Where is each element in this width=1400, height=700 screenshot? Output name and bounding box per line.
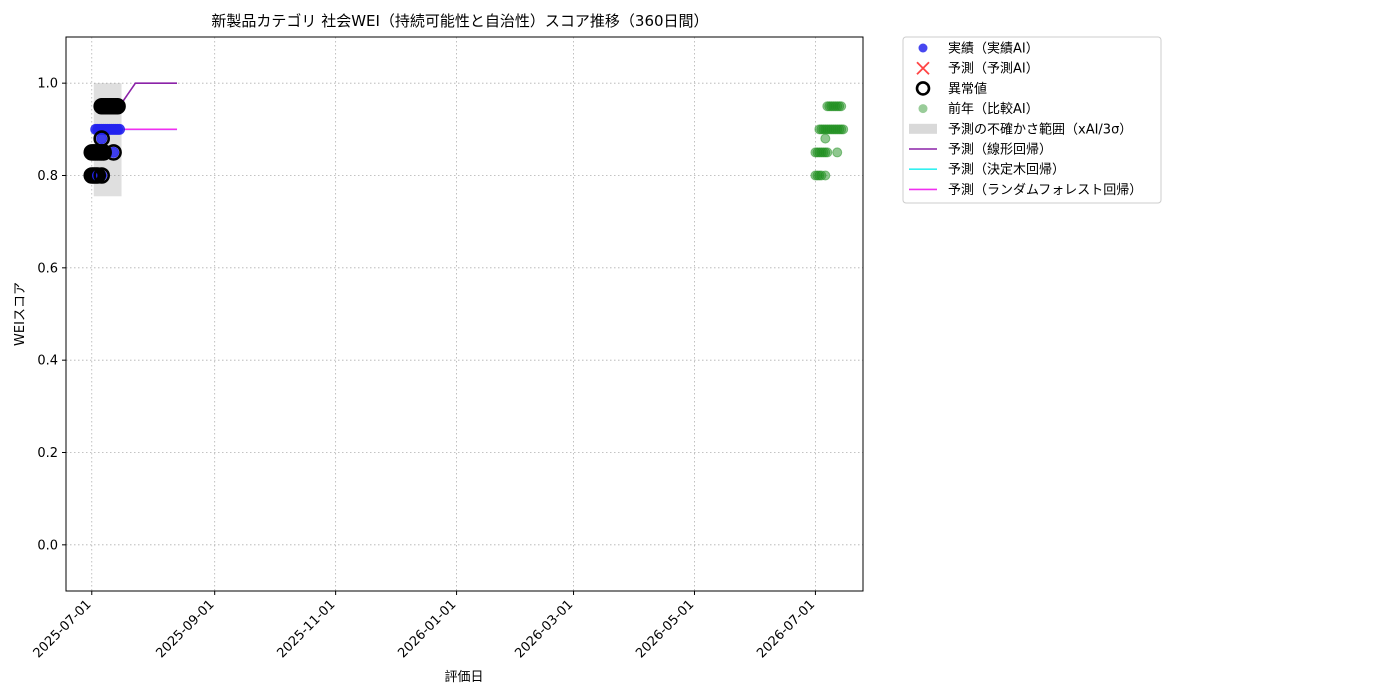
legend-label: 異常値 bbox=[948, 81, 987, 97]
prediction-line bbox=[118, 82, 178, 107]
legend-label: 予測（決定木回帰） bbox=[948, 162, 1065, 178]
legend-label: 実績（実績AI） bbox=[948, 41, 1039, 57]
legend-marker bbox=[909, 123, 937, 134]
legend-label: 予測（ランダムフォレスト回帰） bbox=[948, 182, 1142, 198]
y-tick-label: 0.8 bbox=[37, 169, 58, 184]
legend-marker bbox=[918, 104, 928, 114]
x-tick-label: 2025-11-01 bbox=[274, 597, 338, 661]
chart-canvas: 新製品カテゴリ 社会WEI（持続可能性と自治性）スコア推移（360日間） 0.0… bbox=[13, 12, 1162, 685]
grid bbox=[66, 37, 863, 591]
previous-year-point bbox=[832, 147, 843, 158]
prediction-lines-layer bbox=[118, 82, 178, 131]
actual-point bbox=[96, 133, 108, 145]
x-tick-label: 2025-09-01 bbox=[153, 597, 217, 661]
legend-marker bbox=[918, 43, 928, 53]
previous-year-point bbox=[820, 133, 831, 144]
markers-layer bbox=[83, 97, 849, 184]
x-tick-label: 2026-03-01 bbox=[512, 597, 576, 661]
axes: 0.0 0.2 0.4 0.6 0.8 1.0 2025-07-01 2025-09-01 20… bbox=[31, 77, 819, 662]
previous-year-point bbox=[836, 101, 847, 112]
y-tick-label: 0.4 bbox=[37, 354, 58, 369]
actual-point bbox=[114, 123, 126, 135]
x-tick-label: 2026-07-01 bbox=[754, 597, 818, 661]
previous-year-point bbox=[838, 124, 849, 135]
y-tick-label: 1.0 bbox=[37, 77, 58, 92]
plot-frame bbox=[65, 36, 864, 592]
legend-label: 予測の不確かさ範囲（xAI/3σ） bbox=[948, 121, 1132, 137]
chart-title: 新製品カテゴリ 社会WEI（持続可能性と自治性）スコア推移（360日間） bbox=[211, 12, 708, 30]
x-tick-label: 2026-05-01 bbox=[633, 597, 697, 661]
x-tick-label: 2026-01-01 bbox=[395, 597, 459, 661]
y-tick-label: 0.2 bbox=[37, 446, 58, 461]
previous-year-point bbox=[820, 170, 831, 181]
x-axis-label: 評価日 bbox=[444, 670, 483, 685]
x-tick-label: 2025-07-01 bbox=[31, 597, 95, 661]
legend-label: 予測（予測AI） bbox=[948, 62, 1039, 77]
legend-label: 前年（比較AI） bbox=[948, 101, 1039, 117]
legend-label: 予測（線形回帰） bbox=[948, 142, 1052, 158]
y-axis-label: WEIスコア bbox=[13, 282, 28, 346]
y-tick-label: 0.6 bbox=[37, 261, 58, 276]
y-tick-label: 0.0 bbox=[37, 538, 58, 553]
previous-year-point bbox=[822, 147, 833, 158]
legend: 実績（実績AI） 予測（予測AI） 異常値前年（比較AI） 予測の不確かさ範囲（xAI… bbox=[902, 36, 1162, 204]
